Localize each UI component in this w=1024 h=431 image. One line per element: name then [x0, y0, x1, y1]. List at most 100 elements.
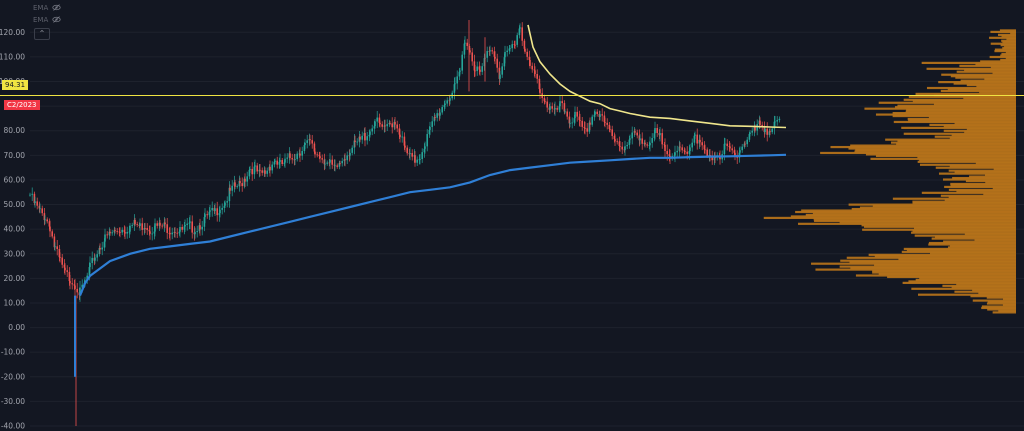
- eye-icon[interactable]: [52, 3, 61, 12]
- candle-body: [444, 103, 446, 105]
- candle-body: [286, 157, 288, 159]
- candle-body: [304, 142, 306, 146]
- candle-body: [271, 164, 273, 171]
- candle-body: [331, 159, 333, 165]
- candle-body: [431, 121, 433, 127]
- candle-body: [204, 214, 206, 218]
- candle-body: [294, 159, 296, 160]
- candle-body: [404, 145, 406, 148]
- candle-body: [529, 60, 531, 66]
- candle-body: [596, 111, 598, 114]
- candle-body: [149, 231, 151, 234]
- candle-body: [651, 137, 653, 143]
- candle-body: [504, 51, 506, 58]
- candle-body: [151, 233, 153, 235]
- candle-body: [561, 101, 563, 104]
- candle-body: [621, 146, 623, 150]
- candle-body: [626, 144, 628, 147]
- candle-body: [461, 54, 463, 71]
- candle-body: [71, 283, 73, 285]
- candle-body: [266, 170, 268, 174]
- y-tick-label: -40.00: [1, 422, 25, 431]
- y-tick-label: 70.00: [4, 151, 26, 160]
- legend-label: EMA: [33, 15, 49, 24]
- candle-body: [654, 128, 656, 134]
- candle-body: [519, 27, 521, 29]
- y-tick-label: -20.00: [1, 372, 25, 381]
- candle-body: [181, 226, 183, 230]
- candle-body: [34, 201, 36, 204]
- candle-body: [394, 121, 396, 125]
- candle-body: [264, 170, 266, 174]
- candle-body: [59, 257, 61, 259]
- candle-body: [429, 126, 431, 130]
- candle-body: [489, 50, 491, 52]
- chart-canvas[interactable]: 120.00110.00100.0090.0080.0070.0060.0050…: [0, 0, 1024, 431]
- candle-body: [551, 106, 553, 109]
- candle-body: [316, 154, 318, 156]
- candle-body: [281, 160, 283, 164]
- candle-body: [576, 111, 578, 117]
- candle-body: [171, 232, 173, 235]
- candle-body: [121, 229, 123, 233]
- candle-body: [469, 50, 471, 53]
- candle-body: [449, 98, 451, 101]
- candle-body: [416, 159, 418, 163]
- legend-row-2[interactable]: EMA: [33, 15, 61, 24]
- candle-body: [771, 128, 773, 133]
- candle-body: [474, 70, 476, 72]
- y-tick-label: -10.00: [1, 348, 25, 357]
- legend-row-1[interactable]: EMA: [33, 3, 61, 12]
- candle-body: [609, 129, 611, 130]
- candle-body: [54, 246, 56, 248]
- candle-body: [411, 153, 413, 157]
- candle-body: [778, 118, 781, 121]
- candle-body: [369, 131, 371, 135]
- candle-body: [521, 27, 523, 41]
- candle-body: [684, 151, 686, 153]
- candle-body: [374, 121, 376, 127]
- chevron-up-icon[interactable]: ⌃: [34, 28, 50, 40]
- candle-body: [44, 219, 46, 221]
- candle-body: [399, 134, 401, 138]
- candle-body: [439, 112, 441, 116]
- candle-body: [226, 201, 228, 203]
- candle-body: [211, 207, 213, 211]
- candle-body: [159, 222, 161, 226]
- candle-body: [649, 142, 651, 146]
- candle-body: [599, 114, 601, 117]
- candle-body: [751, 130, 753, 133]
- candle-body: [586, 128, 588, 132]
- candle-body: [376, 117, 378, 122]
- y-tick-label: 80.00: [4, 126, 26, 135]
- candle-body: [129, 225, 131, 232]
- candle-body: [201, 226, 203, 230]
- eye-icon[interactable]: [52, 15, 61, 24]
- candle-body: [116, 230, 118, 232]
- candle-body: [254, 165, 256, 167]
- candle-body: [219, 209, 221, 214]
- candle-body: [644, 142, 646, 145]
- candlestick-series: [29, 20, 781, 426]
- candle-body: [56, 246, 58, 250]
- y-tick-label: 60.00: [4, 175, 26, 184]
- candle-body: [456, 76, 458, 84]
- candle-body: [566, 111, 568, 117]
- candle-body: [69, 281, 71, 284]
- candle-body: [324, 163, 326, 165]
- candle-body: [591, 116, 593, 125]
- date-badge: C2/2023: [4, 100, 40, 110]
- candle-body: [674, 152, 676, 156]
- candle-body: [776, 120, 778, 122]
- candle-body: [91, 257, 93, 263]
- candle-body: [624, 146, 626, 151]
- candle-body: [269, 166, 271, 171]
- candle-body: [131, 225, 133, 226]
- candle-body: [486, 51, 488, 58]
- candle-body: [459, 70, 461, 72]
- candle-body: [639, 138, 641, 141]
- candle-body: [366, 136, 368, 141]
- candle-body: [491, 50, 493, 52]
- legend-label: EMA: [33, 3, 49, 12]
- candle-body: [601, 114, 603, 116]
